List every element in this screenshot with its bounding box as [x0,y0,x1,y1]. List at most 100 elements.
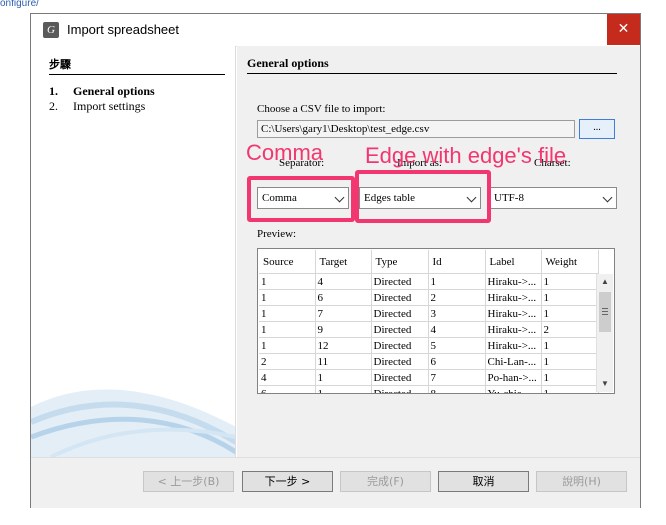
table-cell: 6 [259,385,316,393]
table-cell: 5 [428,337,486,354]
table-cell: 1 [259,273,316,290]
table-cell: Directed [371,353,429,370]
edge-annotation-text: Edge with edge's file [365,143,567,168]
table-cell: 1 [259,337,316,354]
table-cell: Directed [371,385,429,393]
next-button[interactable]: 下一步 > [242,471,333,492]
table-cell: 1 [541,353,599,370]
help-button[interactable]: 說明(H) [536,471,627,492]
table-row[interactable]: 1 12 Directed 5 Hiraku->... 1 [259,337,599,354]
table-cell: 2 [541,321,599,338]
preview-label: Preview: [257,228,297,240]
table-cell: Yu-chia... [485,385,542,393]
import-spreadsheet-dialog: G Import spreadsheet ✕ 步驟 1. General opti… [30,13,641,508]
table-cell: Directed [371,289,429,306]
table-row[interactable]: 1 4 Directed 1 Hiraku->... 1 [259,273,599,290]
table-cell: Directed [371,305,429,322]
table-cell: 11 [315,353,372,370]
table-row[interactable]: 1 9 Directed 4 Hiraku->... 2 [259,321,599,338]
charset-dropdown[interactable]: UTF-8 [489,187,617,209]
table-cell: 1 [541,273,599,290]
table-cell: 1 [259,289,316,306]
preview-rows: 1 4 Directed 1 Hiraku->... 1 1 6 Directed 2 Hiraku… [259,273,599,393]
step-number: 2. [49,99,58,113]
column-header[interactable]: Source [259,250,316,274]
table-row[interactable]: 2 11 Directed 6 Chi-Lan-... 1 [259,353,599,370]
column-header[interactable]: Id [428,250,486,274]
table-cell: 4 [259,369,316,386]
table-cell: 1 [541,337,599,354]
step-number: 1. [49,84,58,98]
button-bar: < 上一步(B) 下一步 > 完成(F) 取消 說明(H) [31,457,640,508]
table-cell: Hiraku->... [485,321,542,338]
step-import-settings: 2. Import settings [49,99,145,114]
table-cell: Directed [371,321,429,338]
table-cell: 6 [315,289,372,306]
step-label: General options [73,84,155,98]
steps-divider [49,74,225,75]
general-options-panel: General options Choose a CSV file to imp… [237,46,640,457]
browse-button[interactable]: ... [579,119,615,139]
table-cell: 9 [315,321,372,338]
close-icon: ✕ [617,21,630,37]
table-cell: Directed [371,369,429,386]
table-cell: 1 [259,321,316,338]
section-divider [247,73,617,74]
dialog-content: 步驟 1. General options 2. Import settings G… [31,46,640,457]
table-cell: 1 [541,369,599,386]
table-cell: Directed [371,337,429,354]
table-cell: 2 [428,289,486,306]
vertical-scrollbar[interactable]: ▲ ▼ [596,274,613,392]
chevron-down-icon [602,192,613,203]
choose-file-label: Choose a CSV file to import: [257,103,386,115]
charset-value: UTF-8 [494,192,524,204]
column-header[interactable]: Weight [541,250,599,274]
title-bar: G Import spreadsheet ✕ [31,14,640,47]
file-path-field[interactable]: C:\Users\gary1\Desktop\test_edge.csv [257,120,575,138]
scroll-down-icon[interactable]: ▼ [597,376,613,392]
background-link[interactable]: onfigure/ [0,0,39,9]
scroll-up-icon[interactable]: ▲ [597,274,613,290]
steps-panel: 步驟 1. General options 2. Import settings [31,46,236,457]
table-cell: 6 [428,353,486,370]
table-cell: Hiraku->... [485,305,542,322]
table-cell: 1 [541,385,599,393]
table-cell: 3 [428,305,486,322]
section-title: General options [247,56,329,70]
table-row[interactable]: 6 1 Directed 8 Yu-chia... 1 [259,385,599,393]
back-button[interactable]: < 上一步(B) [143,471,234,492]
edge-annotation-box [355,170,491,223]
table-cell: 12 [315,337,372,354]
table-cell: 1 [428,273,486,290]
table-header-row: Source Target Type Id Label Weight [259,250,599,274]
column-header[interactable]: Label [485,250,542,274]
table-row[interactable]: 4 1 Directed 7 Po-han->... 1 [259,369,599,386]
table-cell: 1 [315,369,372,386]
table-row[interactable]: 1 7 Directed 3 Hiraku->... 1 [259,305,599,322]
table-cell: 4 [428,321,486,338]
table-cell: 2 [259,353,316,370]
scroll-thumb[interactable] [599,292,611,332]
window-title: Import spreadsheet [67,22,180,37]
table-cell: 7 [315,305,372,322]
table-cell: Chi-Lan-... [485,353,542,370]
table-cell: 4 [315,273,372,290]
table-cell: 8 [428,385,486,393]
step-general-options: 1. General options [49,84,155,99]
table-row[interactable]: 1 6 Directed 2 Hiraku->... 1 [259,289,599,306]
column-header[interactable]: Type [371,250,429,274]
decorative-swoosh-graphic [31,389,235,457]
steps-heading: 步驟 [49,58,71,71]
column-header[interactable]: Target [315,250,372,274]
table-cell: Directed [371,273,429,290]
close-button[interactable]: ✕ [607,14,640,45]
table-cell: 1 [541,289,599,306]
finish-button[interactable]: 完成(F) [340,471,431,492]
gephi-app-icon: G [43,22,59,38]
cancel-button[interactable]: 取消 [438,471,529,492]
preview-table: Source Target Type Id Label Weight 1 4 Dir… [257,248,615,394]
comma-annotation-box [247,176,355,222]
preview-grid: Source Target Type Id Label Weight 1 4 Dir… [259,250,599,393]
table-cell: Hiraku->... [485,273,542,290]
table-cell: Hiraku->... [485,289,542,306]
